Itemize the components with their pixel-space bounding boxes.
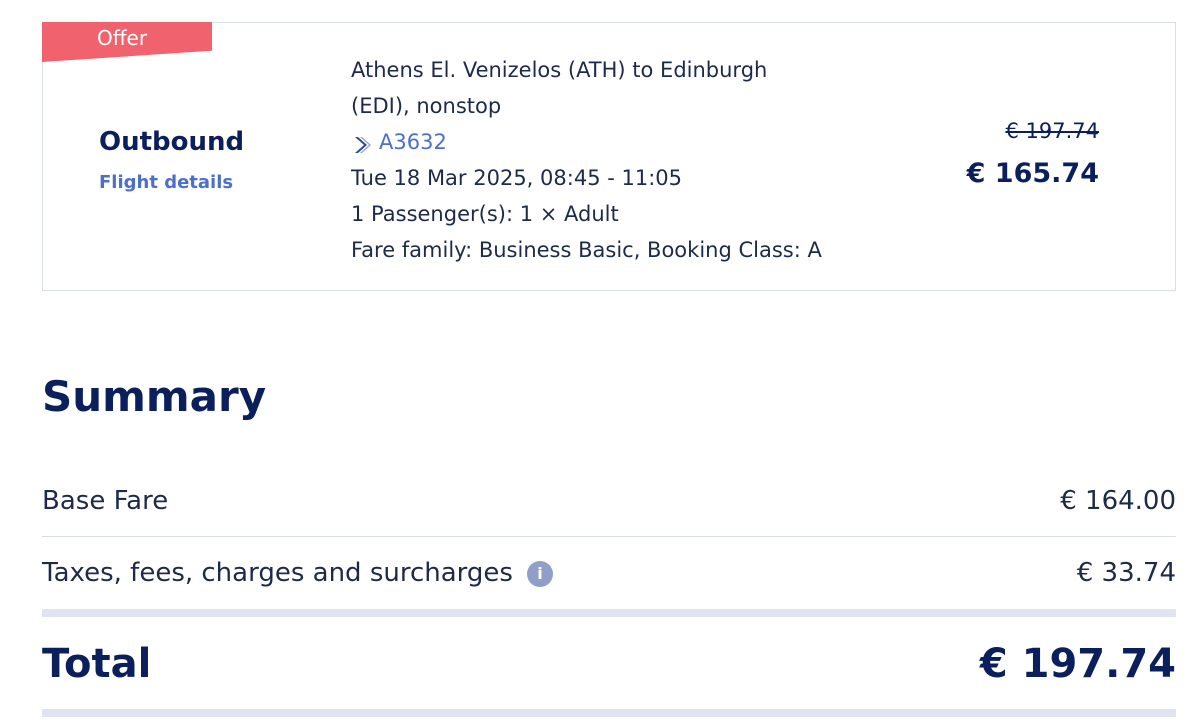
route-line-1: Athens El. Venizelos (ATH) to Edinburgh [351, 58, 768, 82]
offer-badge: Offer [42, 22, 212, 62]
passenger-info: 1 Passenger(s): 1 × Adult [351, 202, 619, 226]
base-fare-label: Base Fare [42, 486, 169, 516]
flight-details-link[interactable]: Flight details [99, 172, 233, 193]
taxes-label: Taxes, fees, charges and surcharges [42, 558, 513, 588]
taxes-value: € 33.74 [1076, 558, 1176, 588]
total-row: Total € 197.74 [42, 636, 1176, 692]
direction-label: Outbound [99, 127, 245, 157]
divider-thick [42, 609, 1176, 617]
route-line-2: (EDI), nonstop [351, 94, 502, 118]
info-icon[interactable]: i [526, 560, 553, 587]
offer-price: € 165.74 [966, 158, 1099, 189]
base-fare-value: € 164.00 [1060, 486, 1176, 516]
total-label: Total [42, 641, 152, 687]
summary-title: Summary [42, 372, 267, 421]
flight-datetime: Tue 18 Mar 2025, 08:45 - 11:05 [351, 166, 682, 190]
divider-bottom [42, 709, 1176, 717]
flight-number: A3632 [379, 130, 447, 154]
base-fare-row: Base Fare € 164.00 [42, 478, 1176, 524]
divider [42, 536, 1176, 537]
flight-info: Athens El. Venizelos (ATH) to Edinburgh … [351, 52, 871, 268]
total-value: € 197.74 [979, 641, 1176, 687]
aegean-airlines-icon [351, 131, 373, 153]
fare-info: Fare family: Business Basic, Booking Cla… [351, 238, 822, 262]
outbound-flight-card: Offer Outbound Flight details Athens El.… [42, 22, 1176, 291]
original-price: € 197.74 [1005, 119, 1099, 143]
flight-number-link[interactable]: A3632 [351, 124, 871, 160]
taxes-label-group: Taxes, fees, charges and surcharges i [42, 558, 553, 588]
taxes-row: Taxes, fees, charges and surcharges i € 3… [42, 550, 1176, 596]
